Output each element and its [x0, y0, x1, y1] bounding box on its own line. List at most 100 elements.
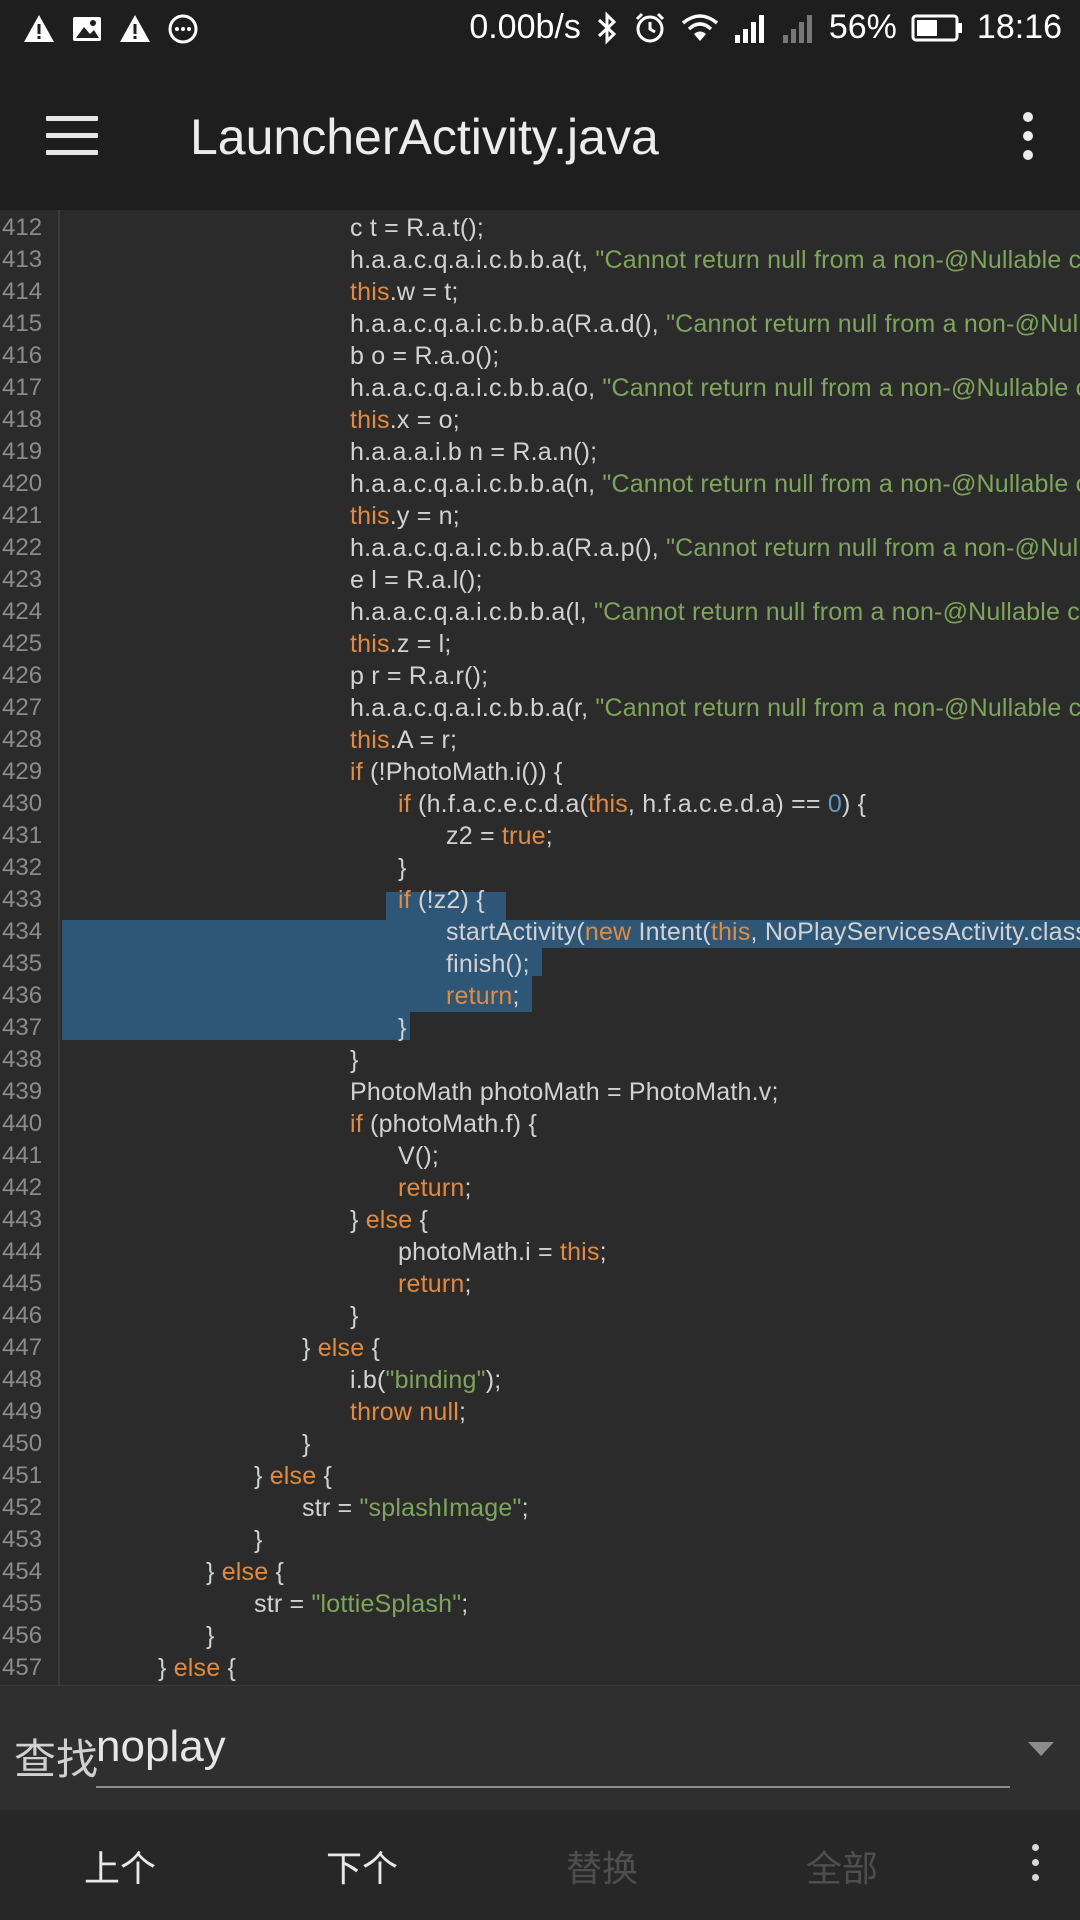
line-number: 425 [2, 630, 43, 657]
code-line: 422 h.a.a.c.q.a.i.c.b.b.a(R.a.p(), "Canno… [0, 532, 1080, 564]
code-token: h.a.a.c.q.a.i.c.b.b.a(R.a.p(), [350, 534, 667, 562]
code-token: } [302, 1334, 318, 1362]
code-token: .A = r; [389, 726, 458, 754]
warning-icon [120, 15, 150, 42]
code-token: this [350, 278, 390, 306]
code-token: ; [464, 1174, 472, 1202]
code-line: 430 if (h.f.a.c.e.c.d.a(this, h.f.a.c.e.d… [0, 788, 1080, 820]
line-number: 428 [2, 726, 43, 753]
code-line: 431 z2 = true; [0, 820, 1080, 852]
code-token: h.a.a.c.q.a.i.c.b.b.a(t, [350, 246, 596, 274]
prev-match-button[interactable]: 上个 [84, 1840, 156, 1892]
code-text: PhotoMath photoMath = PhotoMath.v; [350, 1076, 779, 1108]
line-number: 422 [2, 534, 43, 561]
line-number: 426 [2, 662, 43, 689]
line-number: 457 [2, 1654, 43, 1681]
code-token: h.a.a.c.q.a.i.c.b.b.a(R.a.d(), [350, 310, 667, 338]
line-number: 442 [2, 1174, 43, 1201]
code-text: this.w = t; [350, 276, 459, 308]
code-text: p r = R.a.r(); [350, 660, 488, 692]
code-token: } [254, 1462, 270, 1490]
code-line: 457} else { [0, 1652, 1080, 1684]
line-number: 414 [2, 278, 43, 305]
code-line: 455 str = "lottieSplash"; [0, 1588, 1080, 1620]
find-input[interactable] [96, 1722, 1008, 1772]
replace-all-button[interactable]: 全部 [806, 1840, 878, 1892]
line-number: 433 [2, 886, 43, 913]
code-token: } [398, 854, 407, 882]
code-token: h.a.a.c.q.a.i.c.b.b.a(n, [350, 470, 603, 498]
line-number: 450 [2, 1430, 43, 1457]
line-number: 443 [2, 1206, 43, 1233]
code-token: 0 [827, 790, 842, 818]
code-text: h.a.a.c.q.a.i.c.b.b.a(l, "Cannot return … [350, 596, 1080, 628]
code-token: .x = o; [389, 406, 460, 434]
line-number: 430 [2, 790, 43, 817]
line-number: 418 [2, 406, 43, 433]
code-token: "Cannot return null from a non-@Nullable… [594, 598, 1080, 626]
code-token: if [350, 758, 363, 786]
find-bar: 查找 [0, 1685, 1080, 1811]
code-token: h.a.a.a.i.b n = R.a.n(); [350, 438, 598, 466]
code-text: c t = R.a.t(); [350, 212, 484, 244]
code-token: ; [545, 822, 553, 850]
code-line: 435 finish(); [0, 948, 1080, 980]
chevron-down-icon[interactable] [1028, 1742, 1054, 1756]
line-number: 454 [2, 1558, 43, 1585]
line-number: 452 [2, 1494, 43, 1521]
code-text: } [350, 1044, 359, 1076]
code-text: return; [446, 980, 520, 1012]
line-number: 437 [2, 1014, 43, 1041]
code-line: 439 PhotoMath photoMath = PhotoMath.v; [0, 1076, 1080, 1108]
code-text: if (!PhotoMath.i()) { [350, 756, 563, 788]
code-text: b o = R.a.o(); [350, 340, 499, 372]
code-line: 441 V(); [0, 1140, 1080, 1172]
code-token: true [501, 822, 546, 850]
status-system-icons: 0.00b/s 56% 18:16 [469, 8, 1062, 47]
code-text: photoMath.i = this; [398, 1236, 607, 1268]
code-token: .y = n; [389, 502, 460, 530]
replace-button[interactable]: 替换 [566, 1840, 638, 1892]
code-token: (h.f.a.c.e.c.d.a( [410, 790, 589, 818]
code-text: return; [398, 1172, 472, 1204]
code-token: { [316, 1462, 333, 1490]
next-match-button[interactable]: 下个 [326, 1840, 398, 1892]
more-circle-icon [168, 14, 198, 44]
code-line: 438} [0, 1044, 1080, 1076]
code-token: Intent( [631, 918, 711, 946]
line-number: 439 [2, 1078, 43, 1105]
code-text: h.a.a.a.i.b n = R.a.n(); [350, 436, 597, 468]
code-text: } [350, 1300, 359, 1332]
code-text: h.a.a.c.q.a.i.c.b.b.a(R.a.d(), "Cannot r… [350, 308, 1080, 340]
code-line: 443} else { [0, 1204, 1080, 1236]
code-line: 428 this.A = r; [0, 724, 1080, 756]
more-vert-icon[interactable] [1032, 1844, 1040, 1889]
code-line: 420 h.a.a.c.q.a.i.c.b.b.a(n, "Cannot retu… [0, 468, 1080, 500]
overflow-menu-icon[interactable] [1016, 112, 1040, 162]
code-line: 433 if (!z2) { [0, 884, 1080, 916]
code-token: { [220, 1654, 237, 1682]
hamburger-menu-icon[interactable] [46, 116, 98, 156]
code-token: } [398, 1014, 407, 1042]
code-token: else [365, 1206, 413, 1234]
code-token: } [350, 1302, 359, 1330]
code-editor[interactable]: 411i.e.f = R.f();412c t = R.a.t();413h.a… [0, 210, 1080, 1685]
battery-percent: 56% [828, 8, 897, 46]
line-number: 440 [2, 1110, 43, 1137]
signal-icon [734, 14, 764, 43]
code-token: ; [461, 1590, 469, 1618]
code-token: this [710, 918, 751, 946]
code-text: } else { [302, 1332, 380, 1364]
signal-icon [782, 14, 812, 43]
code-line: 425 this.z = l; [0, 628, 1080, 660]
code-token: photoMath.i = [398, 1238, 560, 1266]
code-token: } [206, 1558, 222, 1586]
code-token: "Cannot return null from a non-@Nullable… [666, 310, 1080, 338]
line-number: 431 [2, 822, 43, 849]
line-number: 456 [2, 1622, 43, 1649]
line-number: 416 [2, 342, 43, 369]
code-token: ; [599, 1238, 607, 1266]
code-line: 413 h.a.a.c.q.a.i.c.b.b.a(t, "Cannot retu… [0, 244, 1080, 276]
code-line: 445 return; [0, 1268, 1080, 1300]
code-token: b o = R.a.o(); [350, 342, 500, 370]
